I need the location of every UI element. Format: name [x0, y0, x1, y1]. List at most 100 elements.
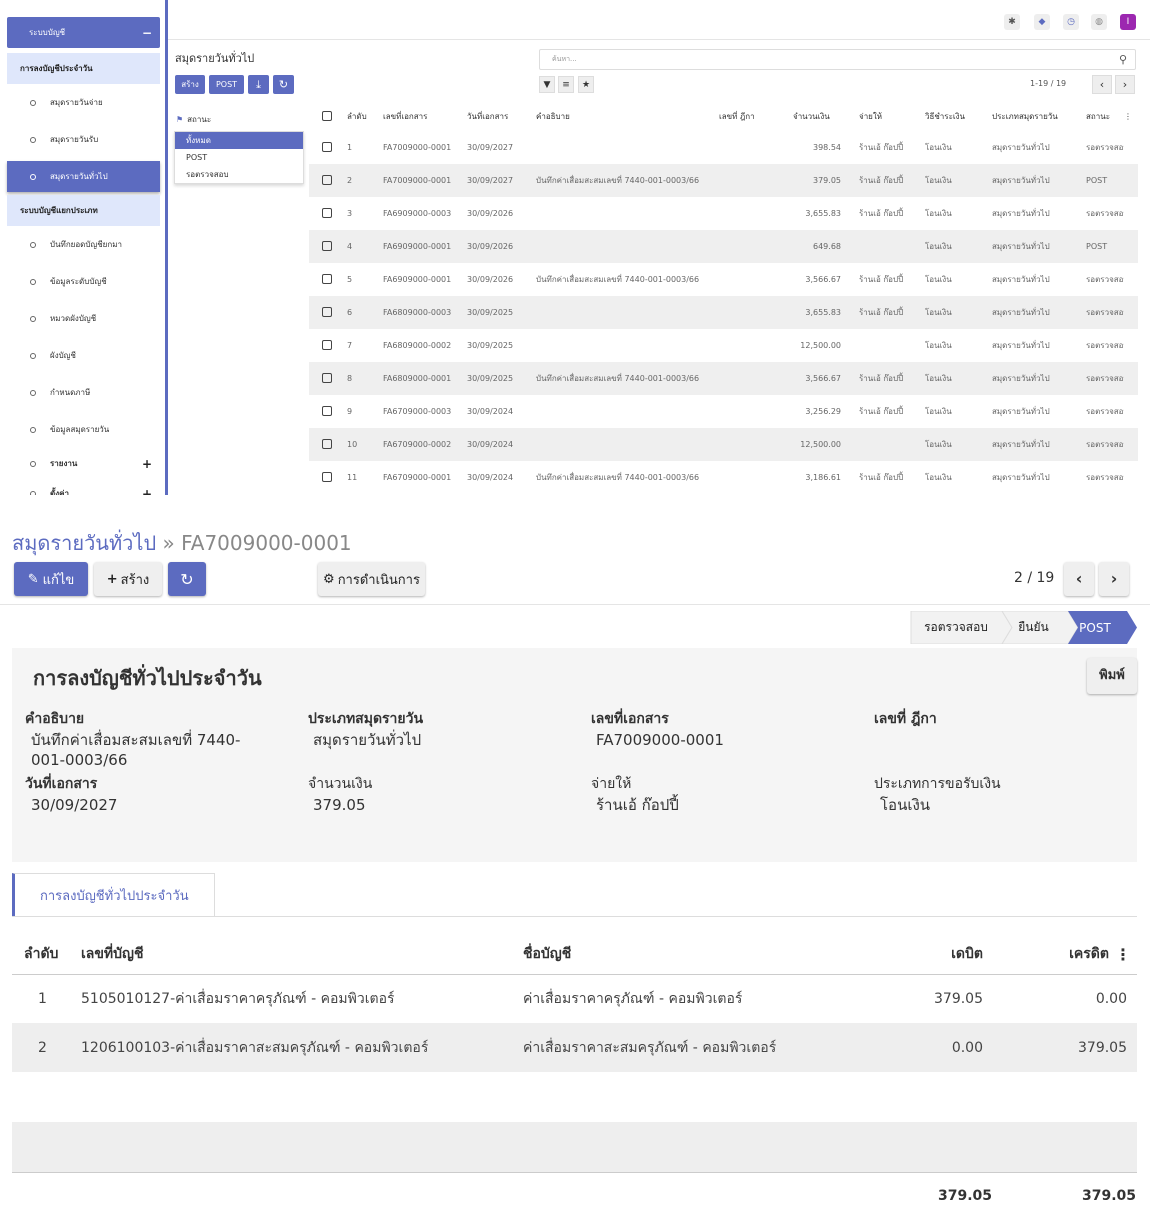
- cell-amount: 3,655.83: [805, 209, 841, 218]
- user-avatar[interactable]: I: [1120, 14, 1136, 30]
- sidebar-item-settings[interactable]: ตั้งค่า +: [7, 478, 160, 495]
- prev-page-icon[interactable]: ‹: [1092, 75, 1112, 94]
- facet-option-post[interactable]: POST: [175, 149, 303, 166]
- lines-col-credit[interactable]: เครดิต ⋮: [995, 934, 1137, 975]
- table-row[interactable]: 8 FA6809000-0001 30/09/2025 บันทึกค่าเสื่อม…: [309, 362, 1138, 395]
- chat-icon[interactable]: ◆: [1034, 14, 1050, 30]
- prev-record-icon[interactable]: ‹: [1064, 562, 1094, 596]
- circle-icon: [30, 99, 36, 106]
- cell-docno: FA6909000-0001: [383, 230, 467, 263]
- cell-voucher: [715, 230, 781, 263]
- cell-journal: สมุดรายวันทั่วไป: [992, 143, 1050, 152]
- row-checkbox[interactable]: [309, 164, 347, 197]
- search-input[interactable]: ค้นหา... ⚲: [539, 49, 1136, 70]
- row-checkbox[interactable]: [309, 296, 347, 329]
- list-post-button[interactable]: POST: [209, 75, 244, 94]
- sidebar-item-tax[interactable]: กำหนดภาษี: [7, 377, 160, 408]
- col-header-paymethod[interactable]: วิธีชำระเงิน: [913, 102, 980, 131]
- cell-paymethod: โอนเงิน: [925, 209, 952, 218]
- bug-icon[interactable]: ✱: [1004, 14, 1020, 30]
- row-checkbox[interactable]: [309, 461, 347, 494]
- row-checkbox[interactable]: [309, 428, 347, 461]
- row-checkbox[interactable]: [309, 362, 347, 395]
- table-row[interactable]: 7 FA6809000-0002 30/09/2025 12,500.00 โอนเงิ…: [309, 329, 1138, 362]
- expand-icon[interactable]: +: [142, 457, 152, 471]
- table-row[interactable]: 4 FA6909000-0001 30/09/2026 649.68 โอนเงิน สม…: [309, 230, 1138, 263]
- edit-button[interactable]: ✎ แก้ไข: [14, 562, 88, 596]
- lines-col-seq[interactable]: ลำดับ: [12, 934, 81, 975]
- next-page-icon[interactable]: ›: [1115, 75, 1135, 94]
- col-header-date[interactable]: วันที่เอกสาร: [467, 102, 534, 131]
- row-checkbox[interactable]: [309, 263, 347, 296]
- row-checkbox[interactable]: [309, 197, 347, 230]
- col-header-seq[interactable]: ลำดับ: [347, 102, 383, 131]
- favorite-icon[interactable]: ★: [578, 76, 594, 93]
- row-checkbox[interactable]: [309, 131, 347, 164]
- row-checkbox[interactable]: [309, 329, 347, 362]
- expand-icon[interactable]: +: [142, 487, 152, 496]
- facet-option-pending[interactable]: รอตรวจสอบ: [175, 166, 303, 183]
- lines-col-account-no[interactable]: เลขที่บัญชี: [81, 934, 523, 975]
- row-checkbox[interactable]: [309, 230, 347, 263]
- action-button[interactable]: ⚙ การดำเนินการ: [318, 562, 425, 596]
- lines-col-account-name[interactable]: ชื่อบัญชี: [523, 934, 858, 975]
- refresh-icon[interactable]: ↻: [273, 75, 294, 94]
- cell-seq: 5: [347, 275, 353, 284]
- payee-value: ร้านเอ้ ก๊อปปี้: [596, 796, 679, 814]
- col-header-status[interactable]: สถานะ: [1074, 102, 1124, 131]
- sidebar-item-payment-journal[interactable]: สมุดรายวันจ่าย: [7, 87, 160, 118]
- table-row[interactable]: 11 FA6709000-0001 30/09/2024 บันทึกค่าเสื่อ…: [309, 461, 1138, 494]
- col-header-desc[interactable]: คำอธิบาย: [534, 102, 715, 131]
- filter-icon[interactable]: ▼: [539, 76, 555, 93]
- table-row[interactable]: 2 FA7009000-0001 30/09/2027 บันทึกค่าเสื่อม…: [309, 164, 1138, 197]
- next-record-icon[interactable]: ›: [1099, 562, 1129, 596]
- sidebar-item-account-level[interactable]: ข้อมูลระดับบัญชี: [7, 266, 160, 297]
- groupby-icon[interactable]: ≡: [558, 76, 574, 93]
- clock-icon[interactable]: ◷: [1063, 14, 1079, 30]
- tab-daily-entry[interactable]: การลงบัญชีทั่วไปประจำวัน: [12, 873, 215, 917]
- select-all-checkbox[interactable]: [309, 102, 347, 131]
- stage-pending[interactable]: รอตรวจสอบ: [912, 611, 1000, 644]
- table-row[interactable]: 10 FA6709000-0002 30/09/2024 12,500.00 โอนเง…: [309, 428, 1138, 461]
- collapse-icon[interactable]: −: [142, 26, 152, 40]
- table-row[interactable]: 5 FA6909000-0001 30/09/2026 บันทึกค่าเสื่อม…: [309, 263, 1138, 296]
- column-options-icon[interactable]: ⋮: [1124, 102, 1138, 131]
- table-row[interactable]: 3 FA6909000-0003 30/09/2026 3,655.83 ร้านเอ้…: [309, 197, 1138, 230]
- search-icon[interactable]: ⚲: [1119, 53, 1127, 66]
- col-header-docno[interactable]: เลขที่เอกสาร: [383, 102, 467, 131]
- sidebar-section-daily[interactable]: การลงบัญชีประจำวัน: [7, 53, 160, 84]
- table-row[interactable]: 6 FA6809000-0003 30/09/2025 3,655.83 ร้านเอ้…: [309, 296, 1138, 329]
- facet-option-all[interactable]: ทั้งหมด: [175, 132, 303, 149]
- table-row[interactable]: 9 FA6709000-0003 30/09/2024 3,256.29 ร้านเอ้…: [309, 395, 1138, 428]
- print-button[interactable]: พิมพ์: [1087, 658, 1137, 694]
- table-row[interactable]: 1 FA7009000-0001 30/09/2027 398.54 ร้านเอ้ ก…: [309, 131, 1138, 164]
- sidebar-item-general-journal[interactable]: สมุดรายวันทั่วไป: [7, 161, 160, 192]
- breadcrumb-parent[interactable]: สมุดรายวันทั่วไป: [12, 531, 156, 555]
- table-row[interactable]: 2 1206100103-ค่าเสื่อมราคาสะสมครุภัณฑ์ - …: [12, 1023, 1137, 1072]
- sidebar-group-accounting[interactable]: ระบบบัญชี −: [7, 17, 160, 48]
- refresh-icon[interactable]: ↻: [168, 562, 206, 596]
- row-checkbox[interactable]: [309, 395, 347, 428]
- sidebar-item-chart-category[interactable]: หมวดผังบัญชี: [7, 303, 160, 334]
- create-button[interactable]: + สร้าง: [94, 562, 162, 596]
- lines-col-debit[interactable]: เดบิต: [858, 934, 995, 975]
- col-header-payee[interactable]: จ่ายให้: [847, 102, 913, 131]
- stage-confirmed[interactable]: ยืนยัน: [1006, 611, 1061, 644]
- stage-post[interactable]: POST: [1071, 611, 1119, 644]
- download-icon[interactable]: ⤓: [248, 75, 269, 94]
- globe-icon[interactable]: ◍: [1091, 14, 1107, 30]
- col-header-amount[interactable]: จำนวนเงิน: [781, 102, 847, 131]
- sidebar-section-ledger[interactable]: ระบบบัญชีแยกประเภท: [7, 195, 160, 226]
- column-options-icon[interactable]: ⋮: [1115, 945, 1131, 964]
- cell-journal: สมุดรายวันทั่วไป: [992, 209, 1050, 218]
- col-header-journal[interactable]: ประเภทสมุดรายวัน: [980, 102, 1074, 131]
- sidebar-item-reports[interactable]: รายงาน +: [7, 448, 160, 479]
- sidebar-item-chart-of-accounts[interactable]: ผังบัญชี: [7, 340, 160, 371]
- sidebar-item-journal-data[interactable]: ข้อมูลสมุดรายวัน: [7, 414, 160, 445]
- list-create-button[interactable]: สร้าง: [175, 75, 205, 94]
- cell-seq: 9: [347, 407, 353, 416]
- table-row[interactable]: 1 5105010127-ค่าเสื่อมราคาครุภัณฑ์ - คอมพ…: [12, 974, 1137, 1023]
- sidebar-item-receipt-journal[interactable]: สมุดรายวันรับ: [7, 124, 160, 155]
- sidebar-item-opening-balance[interactable]: บันทึกยอดบัญชียกมา: [7, 229, 160, 260]
- col-header-voucher[interactable]: เลขที่ ฎีกา: [715, 102, 781, 131]
